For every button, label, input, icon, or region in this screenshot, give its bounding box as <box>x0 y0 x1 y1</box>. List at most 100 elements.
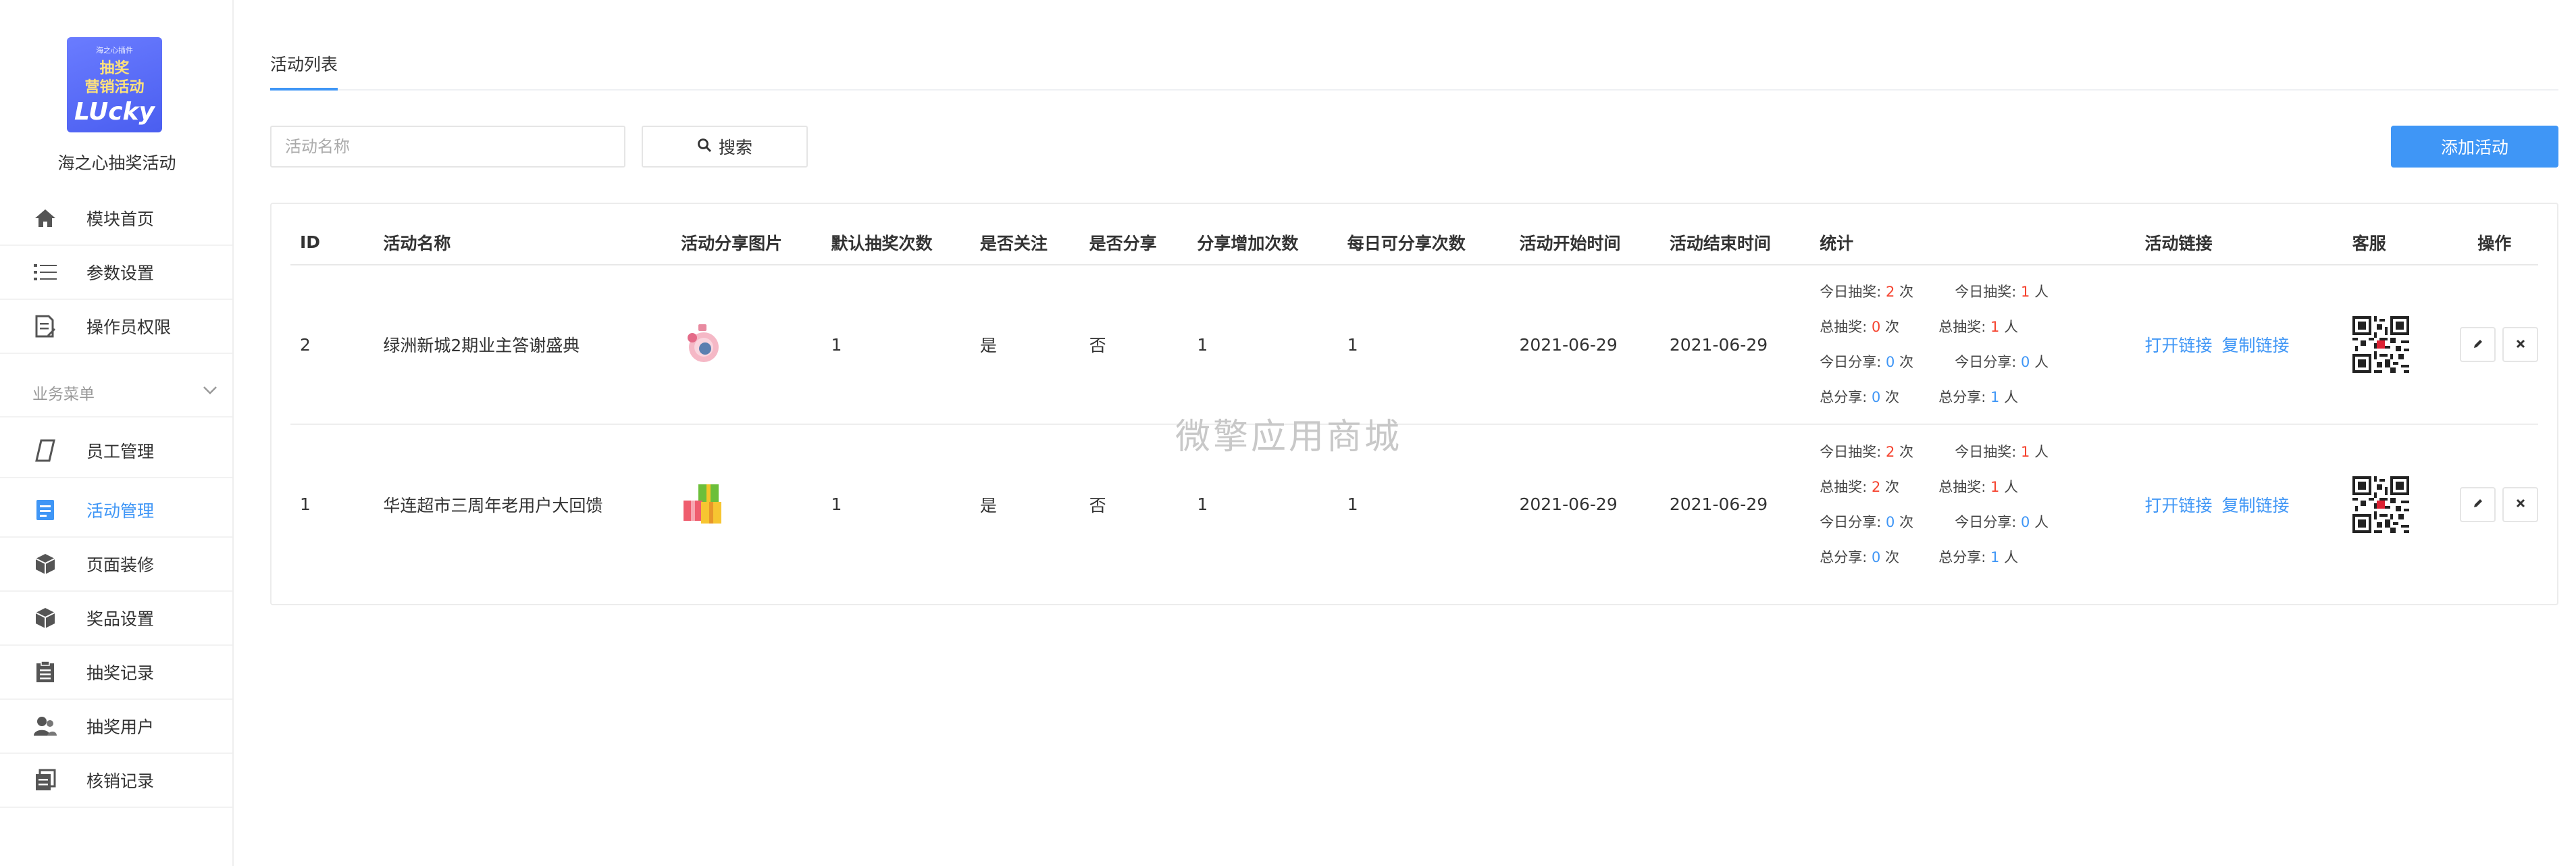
cell-stats: 今日抽奖: 2 次今日抽奖: 1 人 总抽奖: 0 次总抽奖: 1 人 今日分享… <box>1810 265 2136 425</box>
watermark: 微擎应用商城 <box>1175 417 1403 457</box>
copy-link[interactable]: 复制链接 <box>2221 336 2289 355</box>
cell-share: 否 <box>1089 495 1106 515</box>
stat-label: 今日抽奖: <box>1955 284 2017 300</box>
cell-id: 2 <box>290 265 374 425</box>
cell-image <box>671 265 822 425</box>
sidebar-item-params[interactable]: 参数设置 <box>0 246 232 300</box>
sidebar-item-staff[interactable]: 员工管理 <box>0 424 232 478</box>
sidebar-item-module-home[interactable]: 模块首页 <box>0 192 232 246</box>
activity-table: ID 活动名称 活动分享图片 默认抽奖次数 是否关注 是否分享 分享增加次数 每… <box>290 220 2538 584</box>
stat-value: 1 <box>1990 549 2000 565</box>
cell-start-time: 2021-06-29 <box>1519 494 1618 514</box>
stat-value: 1 <box>1990 389 2000 405</box>
app-logo: 海之心插件 抽奖 营销活动 LUcky <box>67 37 162 132</box>
pencil-icon <box>2472 497 2484 511</box>
stats-block: 今日抽奖: 2 次今日抽奖: 1 人 总抽奖: 2 次总抽奖: 1 人 今日分享… <box>1820 434 2135 575</box>
cube-icon <box>32 605 58 631</box>
sidebar: 海之心插件 抽奖 营销活动 LUcky 海之心抽奖活动 模块首页 参数设置 操作… <box>0 0 234 866</box>
cell-default-draws: 1 <box>821 265 971 425</box>
edit-button[interactable] <box>2460 486 2496 522</box>
sidebar-item-label: 抽奖用户 <box>86 717 155 737</box>
header-share-add: 分享增加次数 <box>1187 220 1338 265</box>
stat-label: 今日分享: <box>1955 354 2017 370</box>
stat-label: 总分享: <box>1820 549 1867 565</box>
sidebar-item-label: 员工管理 <box>86 442 155 461</box>
cell-name: 绿洲新城2期业主答谢盛典 <box>373 265 672 425</box>
stat-unit: 人 <box>2004 319 2019 335</box>
stat-value: 0 <box>2021 354 2030 370</box>
home-icon <box>32 205 58 231</box>
cell-share: 否 <box>1079 265 1188 425</box>
sidebar-item-operator-permissions[interactable]: 操作员权限 <box>0 300 232 354</box>
sidebar-item-page-decoration[interactable]: 页面装修 <box>0 538 232 592</box>
search-button[interactable]: 搜索 <box>642 126 808 168</box>
sidebar-item-activity-management[interactable]: 活动管理 <box>0 484 232 538</box>
stat-unit: 人 <box>2034 513 2049 530</box>
sidebar-item-label: 操作员权限 <box>86 317 172 337</box>
stat-value: 2 <box>1872 478 1881 495</box>
header-follow: 是否关注 <box>970 220 1080 265</box>
cell-service <box>2342 265 2451 425</box>
header-start-time: 活动开始时间 <box>1510 220 1660 265</box>
sidebar-item-draw-users[interactable]: 抽奖用户 <box>0 700 232 754</box>
stat-label: 今日分享: <box>1955 513 2017 530</box>
stat-value: 1 <box>1990 319 2000 335</box>
stat-unit: 人 <box>2004 478 2019 495</box>
stat-label: 今日分享: <box>1820 354 1882 370</box>
activity-table-card: ID 活动名称 活动分享图片 默认抽奖次数 是否关注 是否分享 分享增加次数 每… <box>270 203 2558 605</box>
table-row: 1 华连超市三周年老用户大回馈 1 是 否 1 1 2021-06-29 202… <box>290 424 2538 584</box>
stat-unit: 次 <box>1899 443 1914 460</box>
stat-unit: 次 <box>1899 284 1914 300</box>
stat-unit: 次 <box>1885 389 1900 405</box>
cell-service <box>2343 424 2451 584</box>
sidebar-item-label: 奖品设置 <box>86 609 155 629</box>
stat-unit: 次 <box>1899 513 1914 530</box>
app-name: 海之心抽奖活动 <box>57 153 176 173</box>
pencil-icon <box>2472 338 2484 352</box>
stat-value: 1 <box>2021 443 2030 460</box>
stat-value: 0 <box>2021 513 2030 530</box>
stat-unit: 人 <box>2034 443 2049 460</box>
sidebar-item-label: 参数设置 <box>86 263 155 283</box>
cell-stats: 今日抽奖: 2 次今日抽奖: 1 人 总抽奖: 2 次总抽奖: 1 人 今日分享… <box>1810 424 2135 584</box>
stat-value: 1 <box>1990 478 2000 495</box>
open-link[interactable]: 打开链接 <box>2144 496 2212 515</box>
activity-icon <box>32 497 58 523</box>
cell-actions <box>2450 424 2538 584</box>
open-link[interactable]: 打开链接 <box>2144 336 2212 355</box>
chevron-down-icon <box>200 380 220 400</box>
stat-label: 总抽奖: <box>1938 478 1986 495</box>
header-actions: 操作 <box>2450 220 2538 265</box>
header-name: 活动名称 <box>373 220 672 265</box>
sidebar-item-prize-settings[interactable]: 奖品设置 <box>0 592 232 646</box>
delete-button[interactable] <box>2502 486 2538 522</box>
cell-links: 打开链接 复制链接 <box>2135 265 2343 425</box>
qr-code-icon <box>2352 476 2409 533</box>
stat-label: 总分享: <box>1938 549 1986 565</box>
logo-line2: 营销活动 <box>84 78 145 96</box>
sidebar-item-label: 活动管理 <box>86 501 155 521</box>
header-daily-shares: 每日可分享次数 <box>1337 220 1510 265</box>
tab-bar: 活动列表 <box>270 41 2558 91</box>
stat-value: 0 <box>1886 513 1895 530</box>
delete-button[interactable] <box>2502 327 2538 362</box>
tab-activity-list[interactable]: 活动列表 <box>270 51 338 91</box>
cell-end-time: 2021-06-29 <box>1669 494 1768 514</box>
business-menu-group[interactable]: 业务菜单 <box>0 363 232 417</box>
edit-button[interactable] <box>2460 327 2496 362</box>
cell-share-add: 1 <box>1187 265 1338 425</box>
copy-link[interactable]: 复制链接 <box>2221 496 2289 515</box>
close-icon <box>2515 498 2526 511</box>
add-activity-button[interactable]: 添加活动 <box>2391 126 2558 168</box>
stat-value: 1 <box>2021 284 2030 300</box>
stat-value: 0 <box>1886 354 1895 370</box>
header-id: ID <box>290 220 374 265</box>
staff-icon <box>32 438 58 463</box>
search-input[interactable] <box>270 126 625 168</box>
stat-label: 总抽奖: <box>1820 478 1867 495</box>
stat-label: 今日分享: <box>1820 513 1882 530</box>
sidebar-item-redeem-records[interactable]: 核销记录 <box>0 754 232 808</box>
cell-follow: 是 <box>970 265 1080 425</box>
cell-start-time: 2021-06-29 <box>1510 265 1660 425</box>
sidebar-item-draw-records[interactable]: 抽奖记录 <box>0 646 232 700</box>
